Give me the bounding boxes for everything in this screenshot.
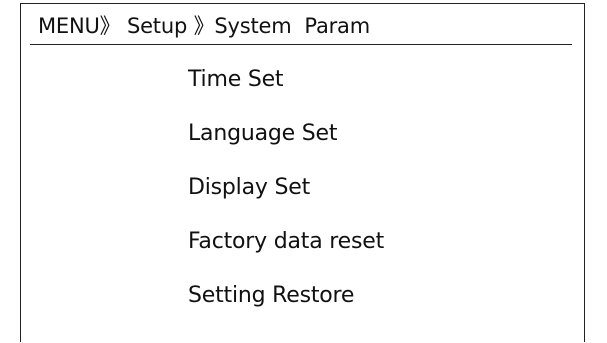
breadcrumb-setup: Setup <box>120 14 194 38</box>
system-param-menu: Time Set Language Set Display Set Factor… <box>188 66 384 310</box>
menu-item-language-set[interactable]: Language Set <box>188 120 384 148</box>
title-divider <box>30 44 572 45</box>
menu-item-factory-data-reset[interactable]: Factory data reset <box>188 228 384 256</box>
breadcrumb: MENU》 Setup 》System Param <box>38 12 370 40</box>
breadcrumb-system-param: System Param <box>214 14 370 38</box>
menu-item-display-set[interactable]: Display Set <box>188 174 384 202</box>
menu-item-setting-restore[interactable]: Setting Restore <box>188 282 384 310</box>
breadcrumb-separator: 》 <box>99 14 121 38</box>
breadcrumb-menu: MENU <box>38 14 100 38</box>
menu-item-time-set[interactable]: Time Set <box>188 66 384 94</box>
breadcrumb-separator: 》 <box>193 14 215 38</box>
